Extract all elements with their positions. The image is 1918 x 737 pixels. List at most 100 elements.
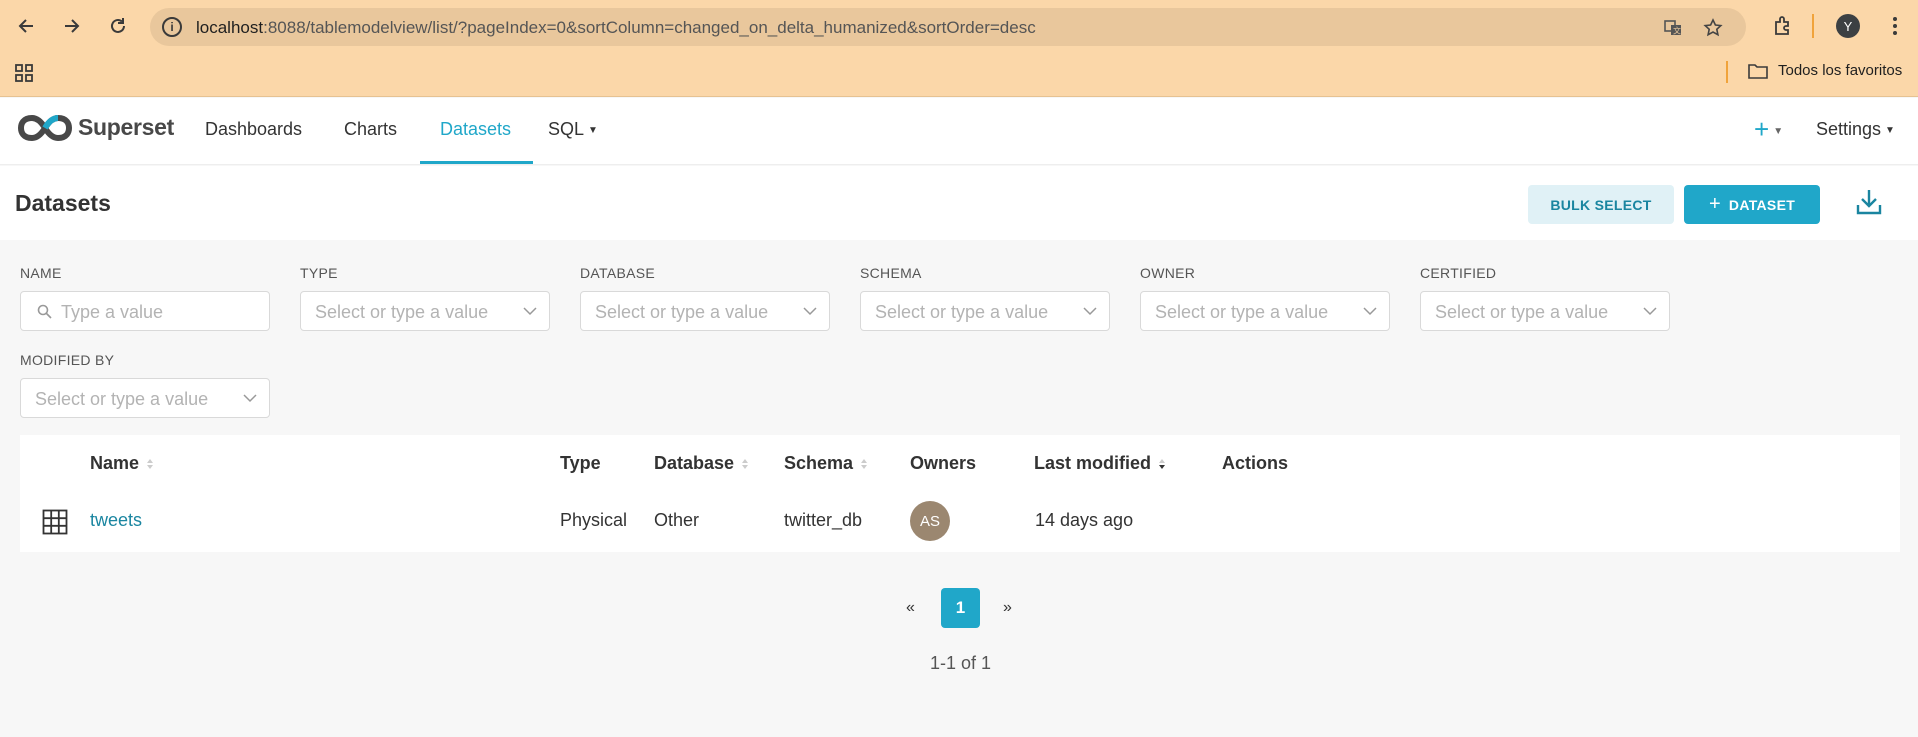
schema-select[interactable]: Select or type a value (860, 291, 1110, 331)
database-select-placeholder: Select or type a value (595, 302, 769, 322)
bookmarks-bar (0, 52, 1918, 97)
dataset-type-cell: Physical (560, 510, 628, 530)
column-header-last-modified[interactable]: Last modified (1034, 453, 1166, 474)
apps-icon[interactable] (14, 63, 34, 88)
column-header-name-label: Name (90, 453, 140, 473)
caret-down-icon: ▼ (588, 124, 598, 136)
modified-by-select-placeholder: Select or type a value (35, 389, 209, 409)
bookmarks-separator (1726, 61, 1728, 83)
datasets-table: Name Type Database Schema Owners Last mo… (20, 435, 1900, 552)
filter-owner-label: OWNER (1140, 265, 1196, 281)
plus-icon: + (1708, 193, 1721, 215)
sort-icon (742, 458, 749, 469)
profile-avatar[interactable]: Y (1836, 14, 1860, 38)
chevron-down-icon (1363, 307, 1377, 316)
superset-logo[interactable]: Superset (18, 114, 174, 141)
schema-select-placeholder: Select or type a value (875, 302, 1049, 322)
dataset-last-modified-cell: 14 days ago (1035, 510, 1134, 530)
menu-icon[interactable] (1884, 15, 1906, 37)
translate-icon[interactable]: 文 (1662, 17, 1684, 39)
filter-modified-by-label: MODIFIED BY (20, 352, 115, 368)
superset-logo-icon (18, 114, 72, 141)
chevron-down-icon (243, 394, 257, 403)
star-icon[interactable] (1702, 17, 1724, 39)
filter-schema: SCHEMA Select or type a value (860, 265, 1110, 331)
name-search-placeholder: Type a value (61, 302, 164, 322)
address-bar[interactable]: i localhost:8088/tablemodelview/list/?pa… (150, 8, 1746, 46)
plus-icon: + (1754, 114, 1770, 144)
site-info-icon[interactable]: i (162, 17, 182, 37)
caret-down-icon: ▼ (1773, 125, 1784, 137)
filter-schema-label: SCHEMA (860, 265, 922, 281)
filter-owner: OWNER Select or type a value (1140, 265, 1390, 331)
pagination-prev[interactable]: « (906, 599, 915, 617)
active-nav-indicator (420, 161, 533, 164)
filter-certified-label: CERTIFIED (1420, 265, 1497, 281)
filter-type: TYPE Select or type a value (300, 265, 550, 331)
owner-select-placeholder: Select or type a value (1155, 302, 1329, 322)
reload-icon[interactable] (104, 12, 132, 40)
column-header-database-label: Database (654, 453, 735, 473)
nav-dashboards[interactable]: Dashboards (205, 119, 302, 140)
filter-type-label: TYPE (300, 265, 338, 281)
column-header-name[interactable]: Name (90, 453, 154, 474)
nav-datasets[interactable]: Datasets (440, 119, 511, 140)
nav-sql[interactable]: SQL ▼ (548, 119, 598, 140)
column-header-schema-label: Schema (784, 453, 854, 473)
name-search-input[interactable]: Type a value (20, 291, 270, 331)
toolbar-separator (1812, 14, 1814, 38)
folder-icon (1748, 63, 1768, 79)
bookmarks-folder-label: Todos los favoritos (1778, 62, 1903, 79)
dataset-table-icon (42, 509, 68, 535)
owner-avatar[interactable]: AS (910, 501, 950, 541)
dataset-schema-cell: twitter_db (784, 510, 863, 530)
forward-icon[interactable] (58, 12, 86, 40)
settings-menu[interactable]: Settings ▼ (1816, 119, 1895, 140)
back-icon[interactable] (12, 12, 40, 40)
type-select[interactable]: Select or type a value (300, 291, 550, 331)
nav-sql-label: SQL (548, 119, 585, 139)
dataset-name-link[interactable]: tweets (90, 510, 142, 531)
download-icon[interactable] (1855, 187, 1883, 219)
column-header-schema[interactable]: Schema (784, 453, 868, 474)
certified-select-placeholder: Select or type a value (1435, 302, 1609, 322)
chevron-down-icon (1083, 307, 1097, 316)
column-header-database[interactable]: Database (654, 453, 749, 474)
add-dataset-label: DATASET (1728, 196, 1796, 213)
filter-name-label: NAME (20, 265, 62, 281)
pagination-page-1[interactable]: 1 (941, 588, 980, 628)
filter-database: DATABASE Select or type a value (580, 265, 830, 331)
svg-text:文: 文 (1673, 26, 1681, 36)
extensions-icon[interactable] (1772, 15, 1794, 37)
url-text[interactable]: localhost:8088/tablemodelview/list/?page… (196, 18, 1036, 38)
column-header-type: Type (560, 453, 601, 473)
page-title: Datasets (15, 190, 111, 216)
filter-modified-by: MODIFIED BY Select or type a value (20, 352, 270, 418)
owner-select[interactable]: Select or type a value (1140, 291, 1390, 331)
bulk-select-button[interactable]: BULK SELECT (1528, 185, 1674, 224)
type-select-placeholder: Select or type a value (315, 302, 489, 322)
database-select[interactable]: Select or type a value (580, 291, 830, 331)
search-icon (37, 304, 52, 319)
certified-select[interactable]: Select or type a value (1420, 291, 1670, 331)
dataset-database-cell: Other (654, 510, 700, 530)
filter-certified: CERTIFIED Select or type a value (1420, 265, 1670, 331)
sort-icon (861, 458, 868, 469)
nav-charts[interactable]: Charts (344, 119, 397, 140)
settings-label: Settings (1816, 119, 1882, 139)
filter-name: NAME Type a value (20, 265, 270, 331)
modified-by-select[interactable]: Select or type a value (20, 378, 270, 418)
bookmarks-folder[interactable]: Todos los favoritos (1748, 62, 1902, 79)
chevron-down-icon (1643, 307, 1657, 316)
chevron-down-icon (803, 307, 817, 316)
sort-desc-icon (1159, 458, 1166, 469)
pagination-next[interactable]: » (1003, 599, 1012, 617)
app-header: Superset Dashboards Charts Datasets SQL ▼… (0, 98, 1918, 165)
caret-down-icon: ▼ (1885, 124, 1895, 136)
column-header-owners: Owners (910, 453, 977, 473)
brand-name: Superset (78, 114, 175, 140)
add-dataset-button[interactable]: + DATASET (1684, 185, 1820, 224)
column-header-actions: Actions (1222, 453, 1289, 473)
new-menu-button[interactable]: + ▼ (1754, 114, 1783, 145)
filter-database-label: DATABASE (580, 265, 656, 281)
